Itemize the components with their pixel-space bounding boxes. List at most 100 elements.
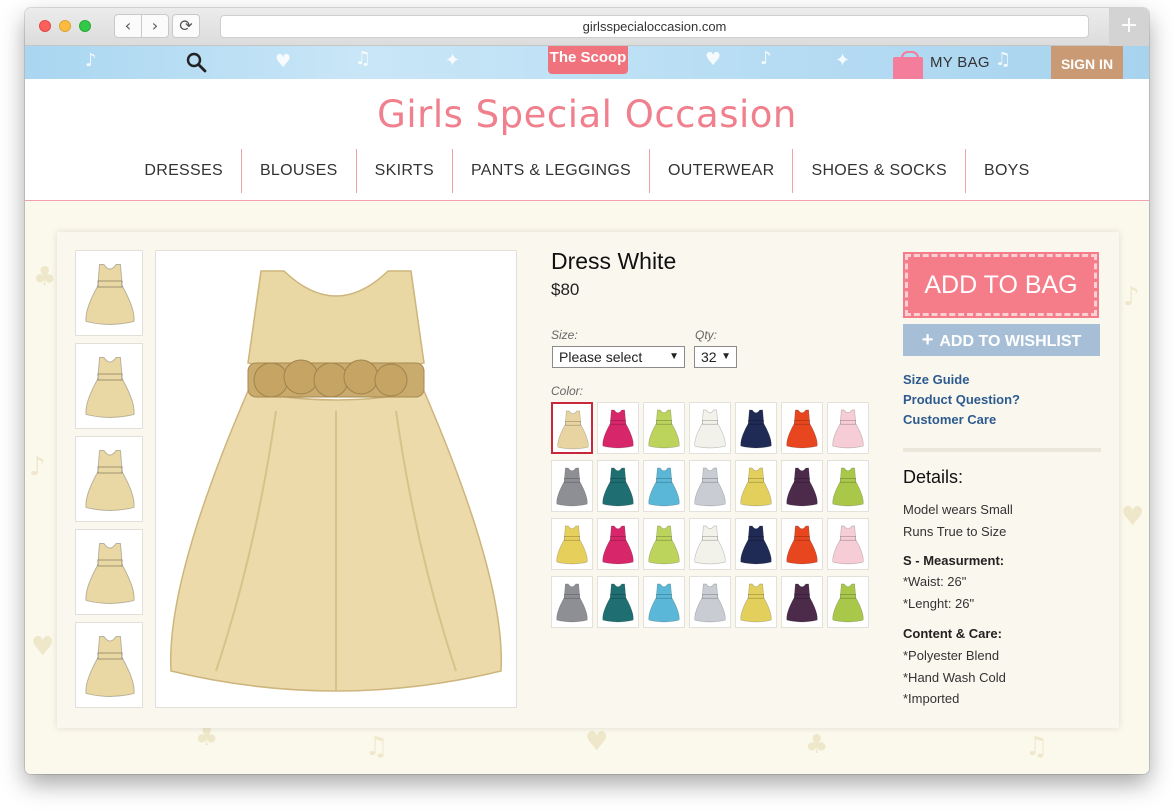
color-swatch[interactable]: [643, 402, 685, 454]
decor-tree-icon: ♣: [33, 262, 57, 292]
wishlist-label: ADD TO WISHLIST: [939, 333, 1082, 350]
color-swatch[interactable]: [827, 576, 869, 628]
color-swatch[interactable]: [643, 518, 685, 570]
nav-item-boys[interactable]: BOYS: [964, 149, 1048, 193]
decor-heart-icon: ♥: [585, 727, 609, 757]
decor-star-icon: ✦: [835, 50, 851, 71]
decor-star-icon: ✦: [445, 50, 461, 71]
forward-button[interactable]: ›: [141, 14, 169, 38]
color-swatch[interactable]: [643, 460, 685, 512]
decor-note-icon: ♪: [85, 50, 97, 71]
color-label: Color:: [551, 384, 584, 398]
decor-note-icon: ♫: [365, 732, 389, 762]
decor-heart-icon: ♥: [275, 51, 292, 72]
qty-label: Qty:: [695, 328, 718, 342]
nav-item-blouses[interactable]: BLOUSES: [240, 149, 356, 193]
color-swatch[interactable]: [827, 460, 869, 512]
new-tab-button[interactable]: +: [1109, 8, 1149, 46]
minimize-window-button[interactable]: [59, 20, 71, 32]
sign-in-button[interactable]: SIGN IN: [1051, 46, 1123, 79]
close-window-button[interactable]: [39, 20, 51, 32]
color-swatch[interactable]: [689, 460, 731, 512]
size-select[interactable]: Please select ▼: [552, 346, 685, 368]
product-price: $80: [551, 280, 580, 299]
back-button[interactable]: ‹: [114, 14, 142, 38]
nav-item-skirts[interactable]: SKIRTS: [355, 149, 452, 193]
thumbnail-image[interactable]: [75, 622, 143, 708]
color-swatch[interactable]: [551, 576, 593, 628]
color-swatch[interactable]: [551, 402, 593, 454]
color-swatch[interactable]: [781, 460, 823, 512]
size-guide-link[interactable]: Size Guide: [903, 372, 969, 387]
dress-image: [169, 270, 503, 692]
color-swatch[interactable]: [735, 460, 777, 512]
qty-select[interactable]: 32 ▼: [694, 346, 737, 368]
nav-item-shoes-socks[interactable]: SHOES & SOCKS: [792, 149, 965, 193]
search-icon[interactable]: [185, 51, 207, 73]
color-swatch[interactable]: [781, 402, 823, 454]
color-swatch[interactable]: [827, 402, 869, 454]
site-header: Girls Special Occasion DRESSES BLOUSES S…: [25, 79, 1149, 201]
decor-note-icon: ♪: [1123, 282, 1140, 312]
color-swatch[interactable]: [597, 518, 639, 570]
color-swatch[interactable]: [735, 518, 777, 570]
nav-item-dresses[interactable]: DRESSES: [126, 149, 241, 193]
address-bar[interactable]: girlsspecialoccasion.com: [220, 15, 1089, 38]
thumbnail-image[interactable]: [75, 436, 143, 522]
decor-tree-icon: ♣: [805, 730, 829, 760]
size-label: Size:: [551, 328, 578, 342]
decor-heart-icon: ♥: [31, 632, 55, 662]
detail-model-size: Model wears Small: [903, 502, 1013, 517]
detail-fit: Runs True to Size: [903, 524, 1007, 539]
detail-waist: *Waist: 26": [903, 574, 967, 589]
add-to-bag-button[interactable]: ADD TO BAG: [903, 252, 1099, 318]
color-swatch[interactable]: [781, 576, 823, 628]
webpage: ♪ ♥ ♫ ✦ ♥ ♪ ✦ ♫ The Scoop MY BAG SIGN IN…: [25, 46, 1149, 774]
color-swatch[interactable]: [643, 576, 685, 628]
main-product-image[interactable]: [155, 250, 517, 708]
color-swatch[interactable]: [551, 518, 593, 570]
customer-care-link[interactable]: Customer Care: [903, 412, 996, 427]
product-question-link[interactable]: Product Question?: [903, 392, 1020, 407]
zoom-window-button[interactable]: [79, 20, 91, 32]
nav-item-outerwear[interactable]: OUTERWEAR: [649, 149, 792, 193]
details-heading: Details:: [903, 467, 964, 487]
detail-washing: *Hand Wash Cold: [903, 670, 1006, 685]
color-swatch[interactable]: [689, 518, 731, 570]
color-swatch[interactable]: [689, 402, 731, 454]
browser-toolbar: ‹ › ⟳ girlsspecialoccasion.com +: [25, 8, 1149, 46]
decor-note-icon: ♫: [355, 48, 372, 69]
color-swatch[interactable]: [597, 576, 639, 628]
my-bag-link[interactable]: MY BAG: [930, 54, 990, 71]
decor-heart-icon: ♥: [1121, 502, 1145, 532]
browser-window: ‹ › ⟳ girlsspecialoccasion.com + ♪ ♥ ♫ ✦…: [25, 8, 1149, 774]
the-scoop-link[interactable]: The Scoop: [548, 46, 628, 74]
shopping-bag-icon[interactable]: [893, 51, 923, 79]
color-swatch[interactable]: [597, 402, 639, 454]
decor-note-icon: ♪: [29, 452, 46, 482]
color-swatch[interactable]: [827, 518, 869, 570]
content-care-heading: Content & Care:: [903, 626, 1002, 641]
thumbnail-image[interactable]: [75, 250, 143, 336]
color-swatch[interactable]: [735, 402, 777, 454]
color-swatch[interactable]: [781, 518, 823, 570]
detail-length: *Lenght: 26": [903, 596, 975, 611]
nav-item-pants-leggings[interactable]: PANTS & LEGGINGS: [451, 149, 649, 193]
color-swatch[interactable]: [735, 576, 777, 628]
product-title: Dress White: [551, 248, 677, 274]
site-logo-title[interactable]: Girls Special Occasion: [25, 93, 1149, 136]
color-swatch[interactable]: [551, 460, 593, 512]
reload-button[interactable]: ⟳: [172, 14, 200, 38]
qty-select-value: 32: [701, 349, 717, 365]
decor-note-icon: ♫: [1025, 732, 1049, 762]
color-swatch[interactable]: [689, 576, 731, 628]
decor-note-icon: ♪: [760, 48, 772, 69]
plus-icon: +: [921, 329, 934, 351]
color-swatch[interactable]: [597, 460, 639, 512]
detail-origin: *Imported: [903, 691, 960, 706]
add-to-wishlist-button[interactable]: + ADD TO WISHLIST: [903, 324, 1100, 356]
product-card: Dress White $80 Size: Please select ▼ Qt…: [57, 232, 1119, 728]
detail-fabric: *Polyester Blend: [903, 648, 1000, 663]
thumbnail-image[interactable]: [75, 343, 143, 429]
thumbnail-image[interactable]: [75, 529, 143, 615]
